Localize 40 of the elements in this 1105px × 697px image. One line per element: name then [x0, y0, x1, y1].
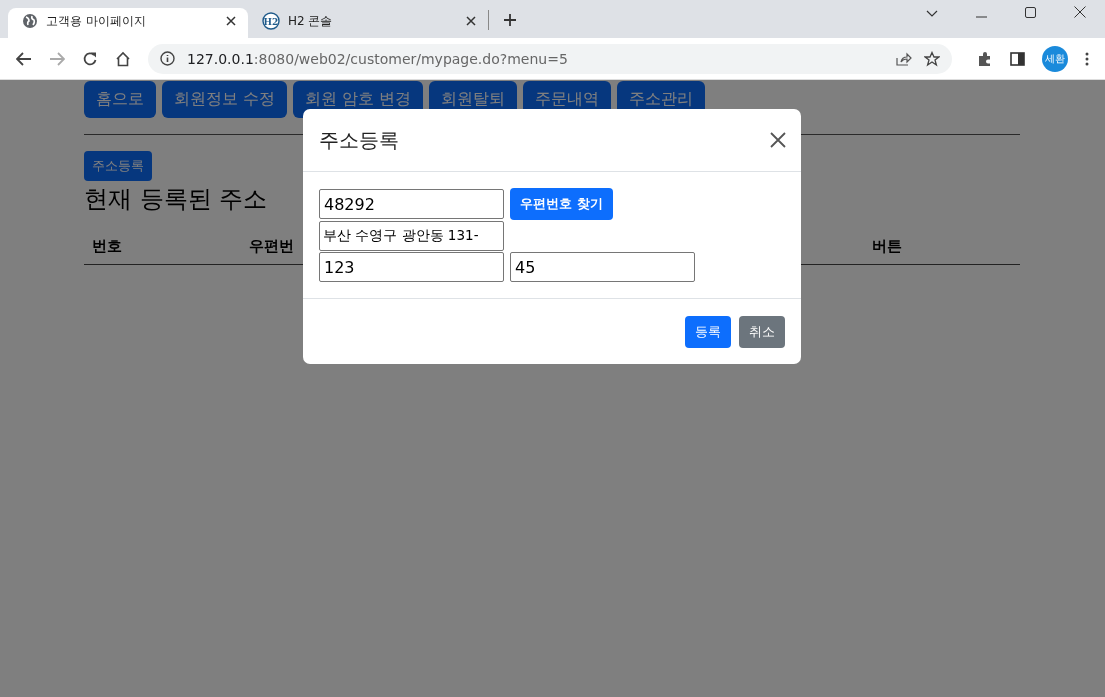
dialog-title: 주소등록 — [319, 126, 399, 154]
url-text: 127.0.0.1:8080/web02/customer/mypage.do?menu=5 — [187, 50, 568, 67]
cancel-button[interactable]: 취소 — [739, 316, 785, 348]
profile-avatar[interactable]: 세환 — [1042, 45, 1068, 72]
address-bar[interactable]: 127.0.0.1:8080/web02/customer/mypage.do?menu=5 — [148, 43, 952, 74]
section-heading: 현재 등록된 주소 — [84, 184, 268, 215]
home-icon[interactable] — [115, 50, 131, 67]
reload-icon[interactable] — [82, 50, 98, 67]
close-icon[interactable] — [466, 16, 476, 26]
share-icon[interactable] — [896, 51, 912, 66]
puzzle-icon[interactable] — [977, 50, 993, 67]
browser-tab[interactable]: H2 H2 콘솔 — [248, 8, 488, 38]
register-button[interactable]: 등록 — [685, 316, 731, 348]
address-field[interactable]: 부산 수영구 광안동 131- — [319, 221, 504, 251]
sidebar-icon[interactable] — [1010, 51, 1025, 66]
extra-address-field[interactable]: 45 — [510, 252, 695, 282]
close-icon[interactable] — [226, 16, 236, 26]
info-icon — [160, 51, 175, 66]
tab-title: 고객용 마이페이지 — [46, 12, 147, 30]
back-icon[interactable] — [16, 51, 32, 66]
column-header: 버튼 — [872, 237, 903, 256]
globe-icon — [22, 13, 38, 29]
logo-icon: H2 — [262, 12, 280, 30]
close-icon[interactable] — [1074, 6, 1086, 18]
menu-icon[interactable] — [1085, 51, 1089, 66]
column-header: 우편번 — [249, 237, 295, 256]
chevron-down-icon[interactable] — [926, 10, 938, 18]
browser-tab[interactable]: 고객용 마이페이지 — [8, 8, 248, 38]
find-postcode-button[interactable]: 우편번호 찾기 — [510, 188, 613, 220]
postcode-field[interactable]: 48292 — [319, 189, 504, 219]
star-icon[interactable] — [924, 50, 940, 67]
nav-button[interactable]: 회원정보 수정 — [162, 81, 288, 118]
tab-title: H2 콘솔 — [288, 12, 334, 30]
column-header: 번호 — [92, 237, 123, 256]
add-address-button[interactable]: 주소등록 — [84, 151, 152, 181]
new-tab-icon[interactable] — [503, 13, 517, 27]
maximize-icon[interactable] — [1025, 7, 1036, 18]
detail-address-field[interactable]: 123 — [319, 252, 504, 282]
close-icon[interactable] — [770, 132, 786, 148]
nav-button[interactable]: 홈으로 — [84, 81, 156, 118]
